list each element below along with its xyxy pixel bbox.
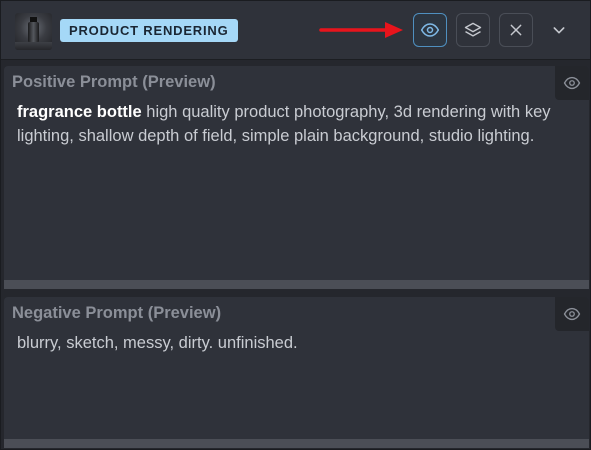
negative-prompt-title: Negative Prompt (Preview)	[12, 304, 222, 322]
layers-button[interactable]	[456, 13, 490, 47]
positive-preview-toggle[interactable]	[555, 66, 589, 100]
thumbnail-bottle	[28, 22, 39, 42]
positive-prompt-text[interactable]: fragrance bottle high quality product ph…	[17, 100, 552, 148]
negative-prompt-text[interactable]: blurry, sketch, messy, dirty. unfinished…	[17, 331, 552, 355]
positive-prompt-title: Positive Prompt (Preview)	[12, 73, 216, 91]
header-bar: PRODUCT RENDERING	[1, 1, 590, 60]
collapse-button[interactable]	[542, 13, 576, 47]
eye-icon	[563, 307, 581, 321]
positive-prompt-panel: Positive Prompt (Preview) fragrance bott…	[4, 66, 589, 289]
prompt-preview-window: PRODUCT RENDERING Positive Prompt (Previ…	[0, 0, 591, 450]
positive-horizontal-scrollbar[interactable]	[4, 280, 589, 289]
chevron-down-icon	[553, 27, 565, 34]
preset-badge: PRODUCT RENDERING	[60, 19, 238, 42]
eye-icon	[420, 23, 440, 37]
close-button[interactable]	[499, 13, 533, 47]
negative-preview-toggle[interactable]	[555, 297, 589, 331]
pointer-arrow-icon	[319, 22, 403, 38]
layers-icon	[464, 22, 482, 37]
preview-toggle-button[interactable]	[413, 13, 447, 47]
preset-thumbnail[interactable]	[15, 13, 52, 50]
negative-prompt-panel: Negative Prompt (Preview) blurry, sketch…	[4, 297, 589, 448]
positive-prompt-highlight: fragrance bottle	[17, 103, 142, 121]
eye-icon	[563, 76, 581, 90]
close-icon	[510, 24, 522, 36]
thumbnail-floor	[15, 42, 52, 50]
negative-horizontal-scrollbar[interactable]	[4, 439, 589, 448]
